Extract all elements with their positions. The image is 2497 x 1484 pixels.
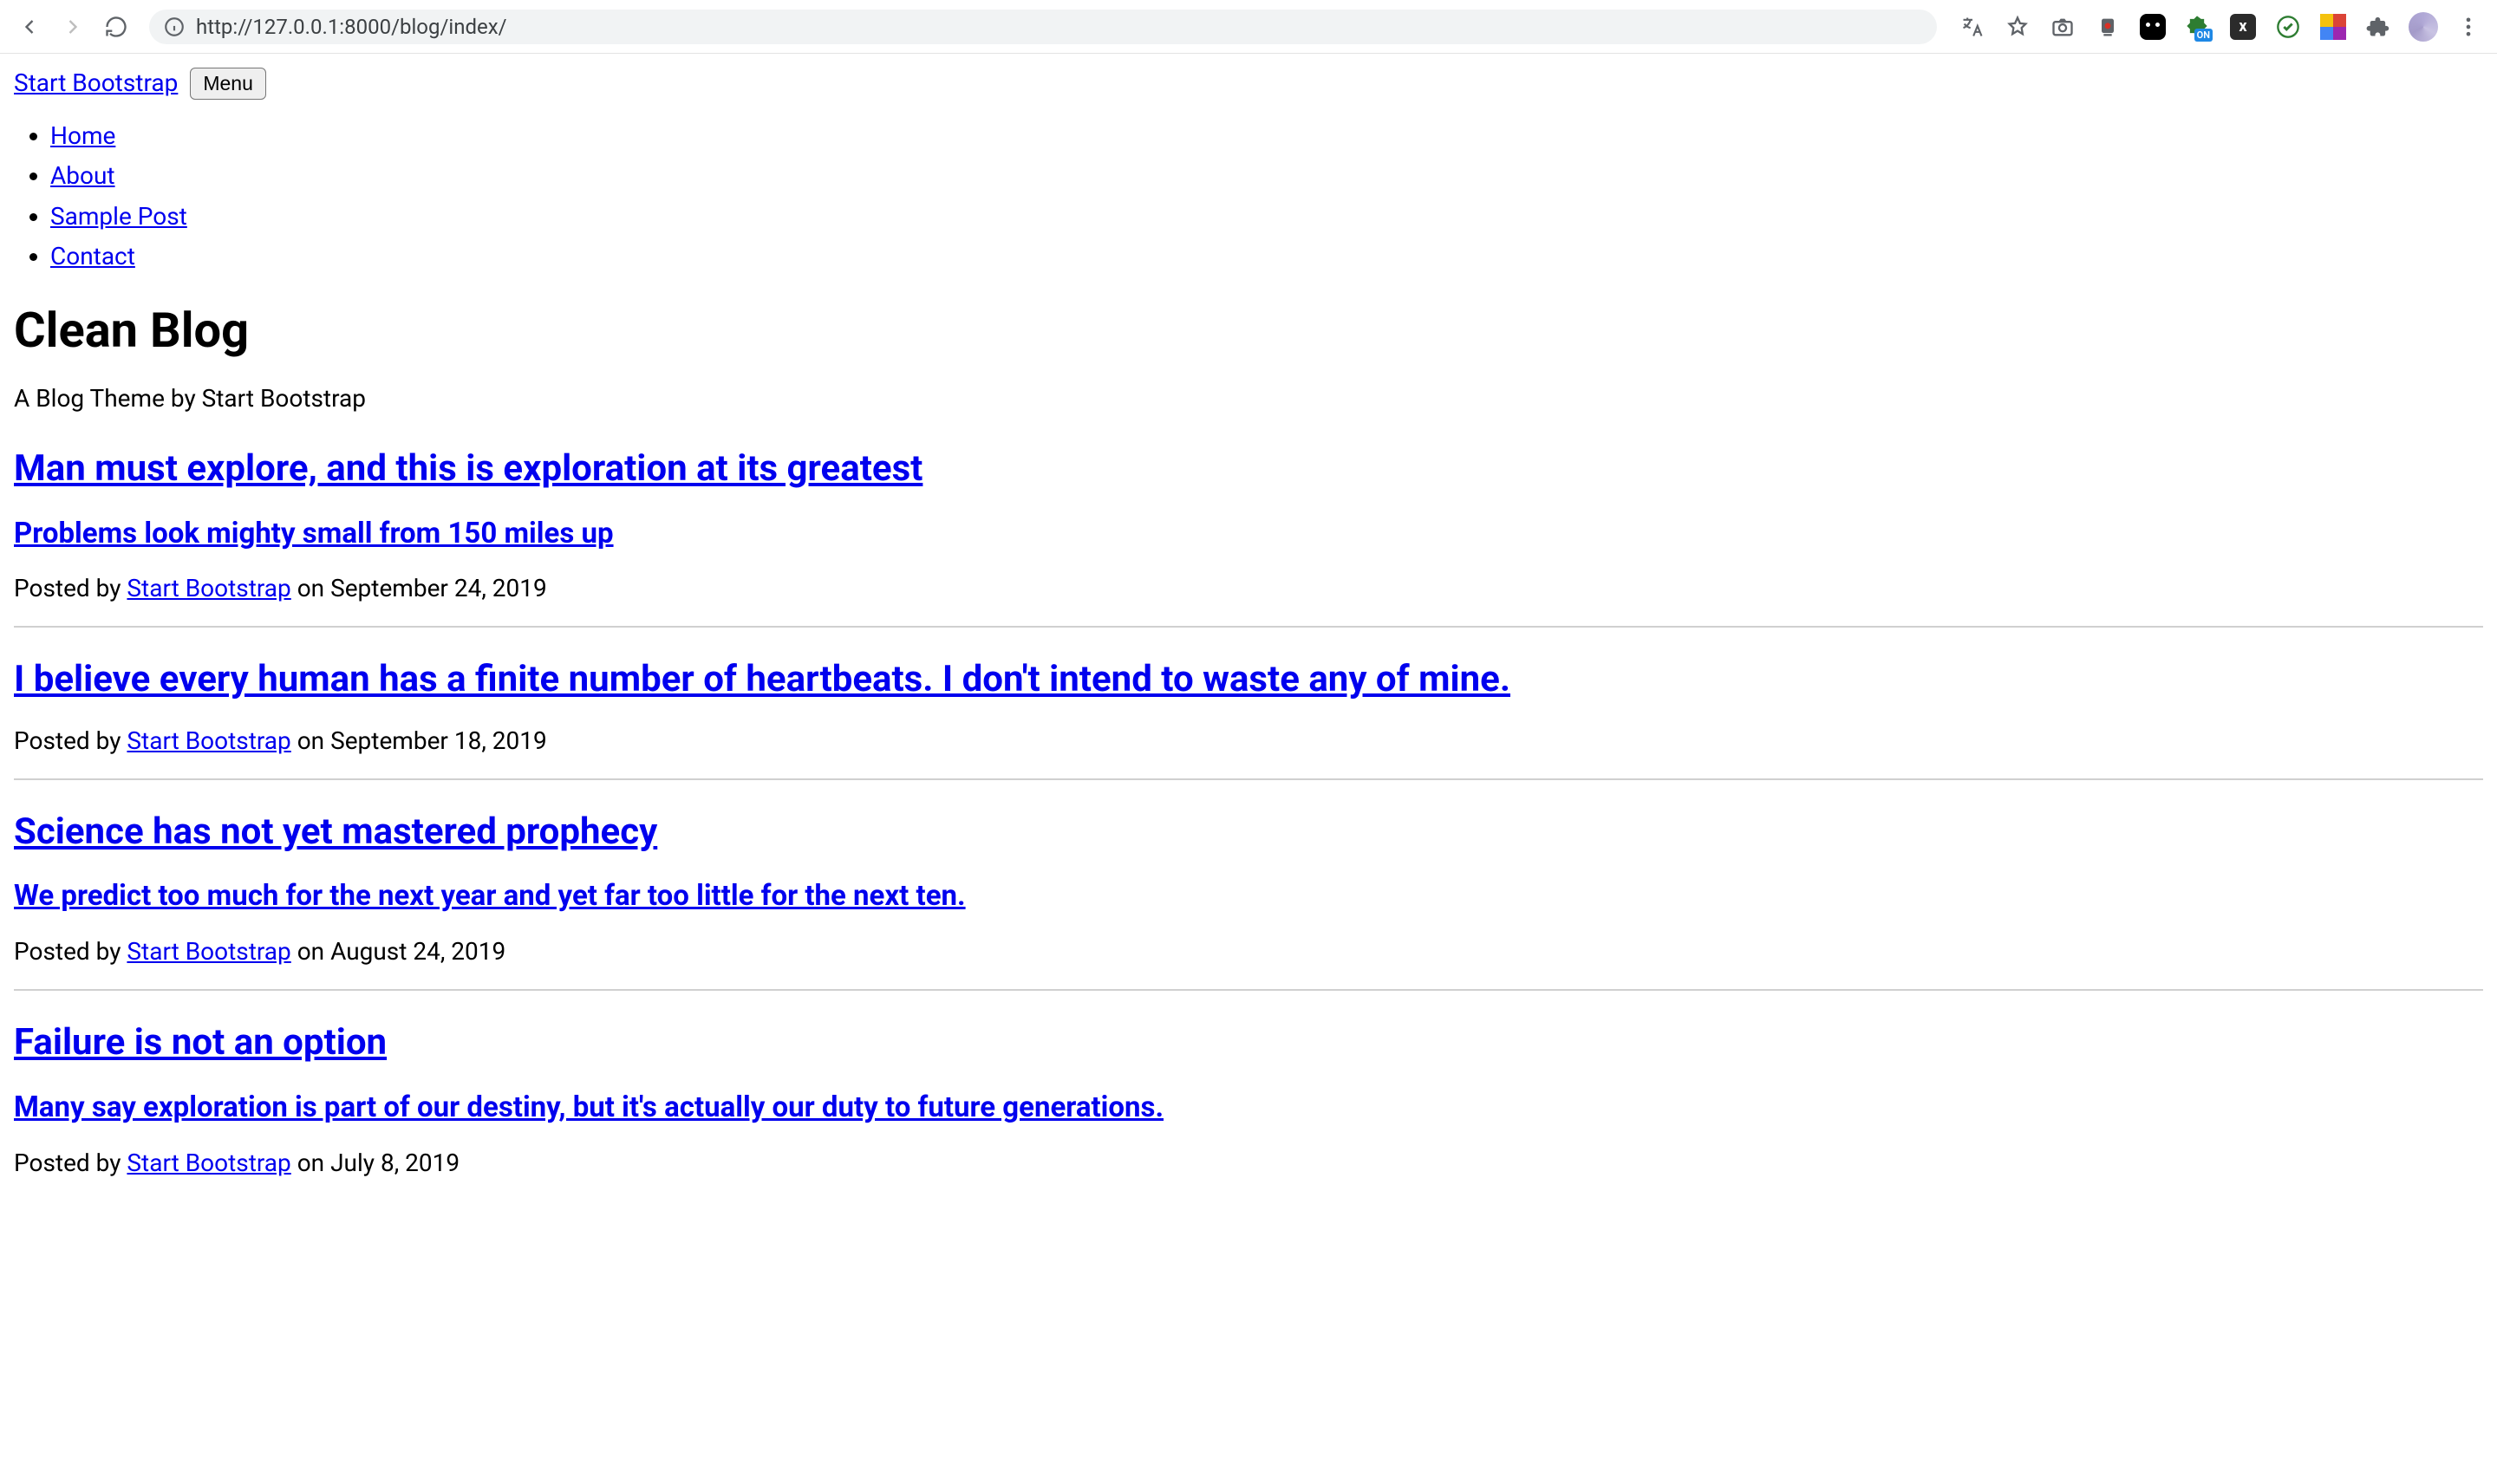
- nav-list: Home About Sample Post Contact: [50, 119, 2483, 275]
- meta-prefix: Posted by: [14, 937, 127, 966]
- navbar: Start Bootstrap Menu: [14, 66, 2483, 101]
- extension-black-icon[interactable]: [2138, 12, 2168, 42]
- post-author-link[interactable]: Start Bootstrap: [127, 1149, 290, 1177]
- post-subtitle-link[interactable]: We predict too much for the next year an…: [14, 879, 966, 913]
- brand-link[interactable]: Start Bootstrap: [14, 66, 178, 101]
- post-subtitle-link[interactable]: Many say exploration is part of our dest…: [14, 1090, 1164, 1124]
- camera-icon[interactable]: [2048, 12, 2077, 42]
- nav-item: About: [50, 159, 2483, 194]
- extension-checkmark-icon[interactable]: [2273, 12, 2303, 42]
- nav-link-contact[interactable]: Contact: [50, 242, 135, 270]
- post-meta: Posted by Start Bootstrap on September 2…: [14, 571, 2483, 607]
- browser-menu-icon[interactable]: [2454, 12, 2483, 42]
- back-button[interactable]: [14, 11, 45, 42]
- extension-green-on-icon[interactable]: ON: [2183, 12, 2213, 42]
- post-divider: [14, 989, 2483, 991]
- translate-icon[interactable]: [1958, 12, 1987, 42]
- profile-avatar[interactable]: [2409, 12, 2438, 42]
- post-title-link[interactable]: Man must explore, and this is exploratio…: [14, 447, 923, 490]
- post-meta: Posted by Start Bootstrap on August 24, …: [14, 934, 2483, 970]
- post-meta: Posted by Start Bootstrap on July 8, 201…: [14, 1146, 2483, 1181]
- site-info-icon[interactable]: [163, 16, 186, 38]
- nav-item: Home: [50, 119, 2483, 154]
- post-author-link[interactable]: Start Bootstrap: [127, 937, 290, 966]
- post-subtitle-link[interactable]: Problems look mighty small from 150 mile…: [14, 517, 614, 550]
- page-subtitle: A Blog Theme by Start Bootstrap: [14, 381, 2483, 417]
- forward-button[interactable]: [57, 11, 88, 42]
- post-title-link[interactable]: Science has not yet mastered prophecy: [14, 810, 657, 853]
- post-meta: Posted by Start Bootstrap on September 1…: [14, 724, 2483, 759]
- nav-link-sample-post[interactable]: Sample Post: [50, 202, 187, 231]
- meta-suffix: on September 18, 2019: [291, 726, 547, 755]
- nav-item: Contact: [50, 239, 2483, 275]
- meta-suffix: on September 24, 2019: [291, 574, 547, 602]
- post-author-link[interactable]: Start Bootstrap: [127, 574, 290, 602]
- post-divider: [14, 778, 2483, 780]
- extensions-puzzle-icon[interactable]: [2363, 12, 2393, 42]
- post: Failure is not an option Many say explor…: [14, 1017, 2483, 1181]
- post-title-link[interactable]: I believe every human has a finite numbe…: [14, 658, 1510, 700]
- meta-suffix: on August 24, 2019: [291, 937, 505, 966]
- reload-button[interactable]: [101, 11, 132, 42]
- extension-record-icon[interactable]: [2093, 12, 2122, 42]
- extension-x-icon[interactable]: x: [2228, 12, 2258, 42]
- meta-suffix: on July 8, 2019: [291, 1149, 460, 1177]
- post: I believe every human has a finite numbe…: [14, 654, 2483, 758]
- bookmark-star-icon[interactable]: [2003, 12, 2032, 42]
- meta-prefix: Posted by: [14, 574, 127, 602]
- nav-link-home[interactable]: Home: [50, 121, 115, 150]
- browser-toolbar: http://127.0.0.1:8000/blog/index/ ON: [0, 0, 2497, 54]
- post-title-link[interactable]: Failure is not an option: [14, 1021, 387, 1064]
- toolbar-right-icons: ON x: [1958, 12, 2483, 42]
- address-bar[interactable]: http://127.0.0.1:8000/blog/index/: [149, 10, 1937, 44]
- post-author-link[interactable]: Start Bootstrap: [127, 726, 290, 755]
- post-divider: [14, 626, 2483, 628]
- nav-link-about[interactable]: About: [50, 161, 115, 190]
- post: Science has not yet mastered prophecy We…: [14, 806, 2483, 970]
- url-text: http://127.0.0.1:8000/blog/index/: [196, 15, 507, 39]
- page-content: Start Bootstrap Menu Home About Sample P…: [0, 54, 2497, 1226]
- nav-item: Sample Post: [50, 199, 2483, 235]
- page-title: Clean Blog: [14, 296, 2483, 366]
- meta-prefix: Posted by: [14, 1149, 127, 1177]
- post: Man must explore, and this is exploratio…: [14, 443, 2483, 607]
- extension-multicolor-icon[interactable]: [2318, 12, 2348, 42]
- meta-prefix: Posted by: [14, 726, 127, 755]
- menu-toggle-button[interactable]: Menu: [190, 68, 266, 100]
